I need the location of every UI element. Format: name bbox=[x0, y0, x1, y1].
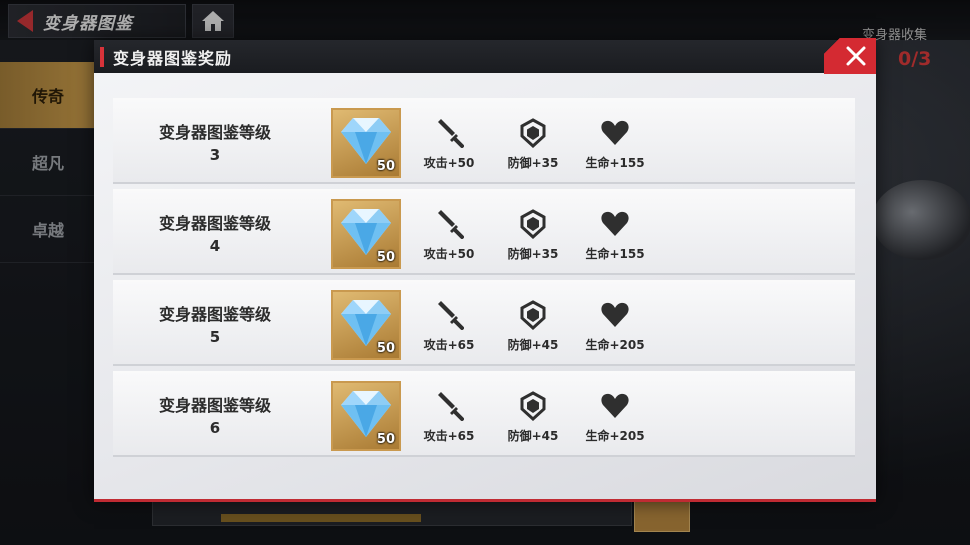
attack-stat: 攻击+65 bbox=[409, 300, 489, 353]
sword-icon bbox=[438, 210, 464, 239]
reward-row[interactable]: 变身器图鉴等级 3 50 攻击+50 防御+35 生命+155 bbox=[113, 98, 855, 184]
heart-icon bbox=[601, 302, 629, 327]
gem-count: 50 bbox=[376, 432, 395, 447]
attack-stat: 攻击+50 bbox=[409, 118, 489, 171]
close-button[interactable] bbox=[824, 38, 876, 74]
header-accent-bar bbox=[100, 46, 104, 67]
life-value: 生命+155 bbox=[585, 156, 645, 170]
defense-stat: 防御+45 bbox=[493, 300, 573, 353]
reward-row[interactable]: 变身器图鉴等级 5 50 攻击+65 防御+45 生命+205 bbox=[113, 280, 855, 366]
reward-list[interactable]: 变身器图鉴等级 3 50 攻击+50 防御+35 生命+155 变身器图鉴等级 … bbox=[113, 98, 859, 484]
row-title: 变身器图鉴等级 4 bbox=[113, 213, 317, 257]
gem-reward-item[interactable]: 50 bbox=[331, 199, 401, 269]
heart-icon bbox=[601, 393, 629, 418]
row-title: 变身器图鉴等级 3 bbox=[113, 122, 317, 166]
reward-modal: 变身器图鉴奖励 变身器图鉴等级 3 50 攻击+50 防御+35 生命+155 … bbox=[94, 38, 876, 502]
defense-stat: 防御+35 bbox=[493, 118, 573, 171]
row-title: 变身器图鉴等级 5 bbox=[113, 304, 317, 348]
attack-value: 攻击+50 bbox=[423, 156, 475, 170]
sword-icon bbox=[438, 301, 464, 330]
row-title: 变身器图鉴等级 6 bbox=[113, 395, 317, 439]
row-level: 6 bbox=[209, 419, 221, 437]
shield-icon bbox=[520, 391, 546, 421]
shield-icon bbox=[520, 209, 546, 239]
row-name-text: 变身器图鉴等级 bbox=[158, 214, 271, 233]
sword-icon bbox=[438, 119, 464, 148]
life-stat: 生命+155 bbox=[575, 209, 655, 262]
life-stat: 生命+155 bbox=[575, 118, 655, 171]
reward-row[interactable]: 变身器图鉴等级 6 50 攻击+65 防御+45 生命+205 bbox=[113, 371, 855, 457]
attack-stat: 攻击+50 bbox=[409, 209, 489, 262]
row-name-text: 变身器图鉴等级 bbox=[158, 123, 271, 142]
gem-count: 50 bbox=[376, 159, 395, 174]
life-value: 生命+205 bbox=[585, 429, 645, 443]
defense-stat: 防御+45 bbox=[493, 391, 573, 444]
defense-value: 防御+45 bbox=[507, 338, 559, 352]
row-level: 3 bbox=[209, 146, 221, 164]
modal-title: 变身器图鉴奖励 bbox=[113, 48, 233, 68]
gem-count: 50 bbox=[376, 250, 395, 265]
row-name-text: 变身器图鉴等级 bbox=[158, 396, 271, 415]
row-level: 5 bbox=[209, 328, 221, 346]
gem-reward-item[interactable]: 50 bbox=[331, 381, 401, 451]
shield-icon bbox=[520, 118, 546, 148]
gem-reward-item[interactable]: 50 bbox=[331, 290, 401, 360]
defense-value: 防御+45 bbox=[507, 429, 559, 443]
gem-reward-item[interactable]: 50 bbox=[331, 108, 401, 178]
life-stat: 生命+205 bbox=[575, 300, 655, 353]
defense-value: 防御+35 bbox=[507, 247, 559, 261]
gem-count: 50 bbox=[376, 341, 395, 356]
heart-icon bbox=[601, 120, 629, 145]
life-value: 生命+155 bbox=[585, 247, 645, 261]
attack-value: 攻击+65 bbox=[423, 338, 475, 352]
life-value: 生命+205 bbox=[585, 338, 645, 352]
row-name-text: 变身器图鉴等级 bbox=[158, 305, 271, 324]
life-stat: 生命+205 bbox=[575, 391, 655, 444]
close-icon bbox=[846, 46, 866, 66]
modal-header: 变身器图鉴奖励 bbox=[94, 40, 876, 73]
sword-icon bbox=[438, 392, 464, 421]
heart-icon bbox=[601, 211, 629, 236]
defense-value: 防御+35 bbox=[507, 156, 559, 170]
defense-stat: 防御+35 bbox=[493, 209, 573, 262]
attack-value: 攻击+50 bbox=[423, 247, 475, 261]
attack-value: 攻击+65 bbox=[423, 429, 475, 443]
attack-stat: 攻击+65 bbox=[409, 391, 489, 444]
reward-row[interactable]: 变身器图鉴等级 4 50 攻击+50 防御+35 生命+155 bbox=[113, 189, 855, 275]
row-level: 4 bbox=[209, 237, 221, 255]
shield-icon bbox=[520, 300, 546, 330]
